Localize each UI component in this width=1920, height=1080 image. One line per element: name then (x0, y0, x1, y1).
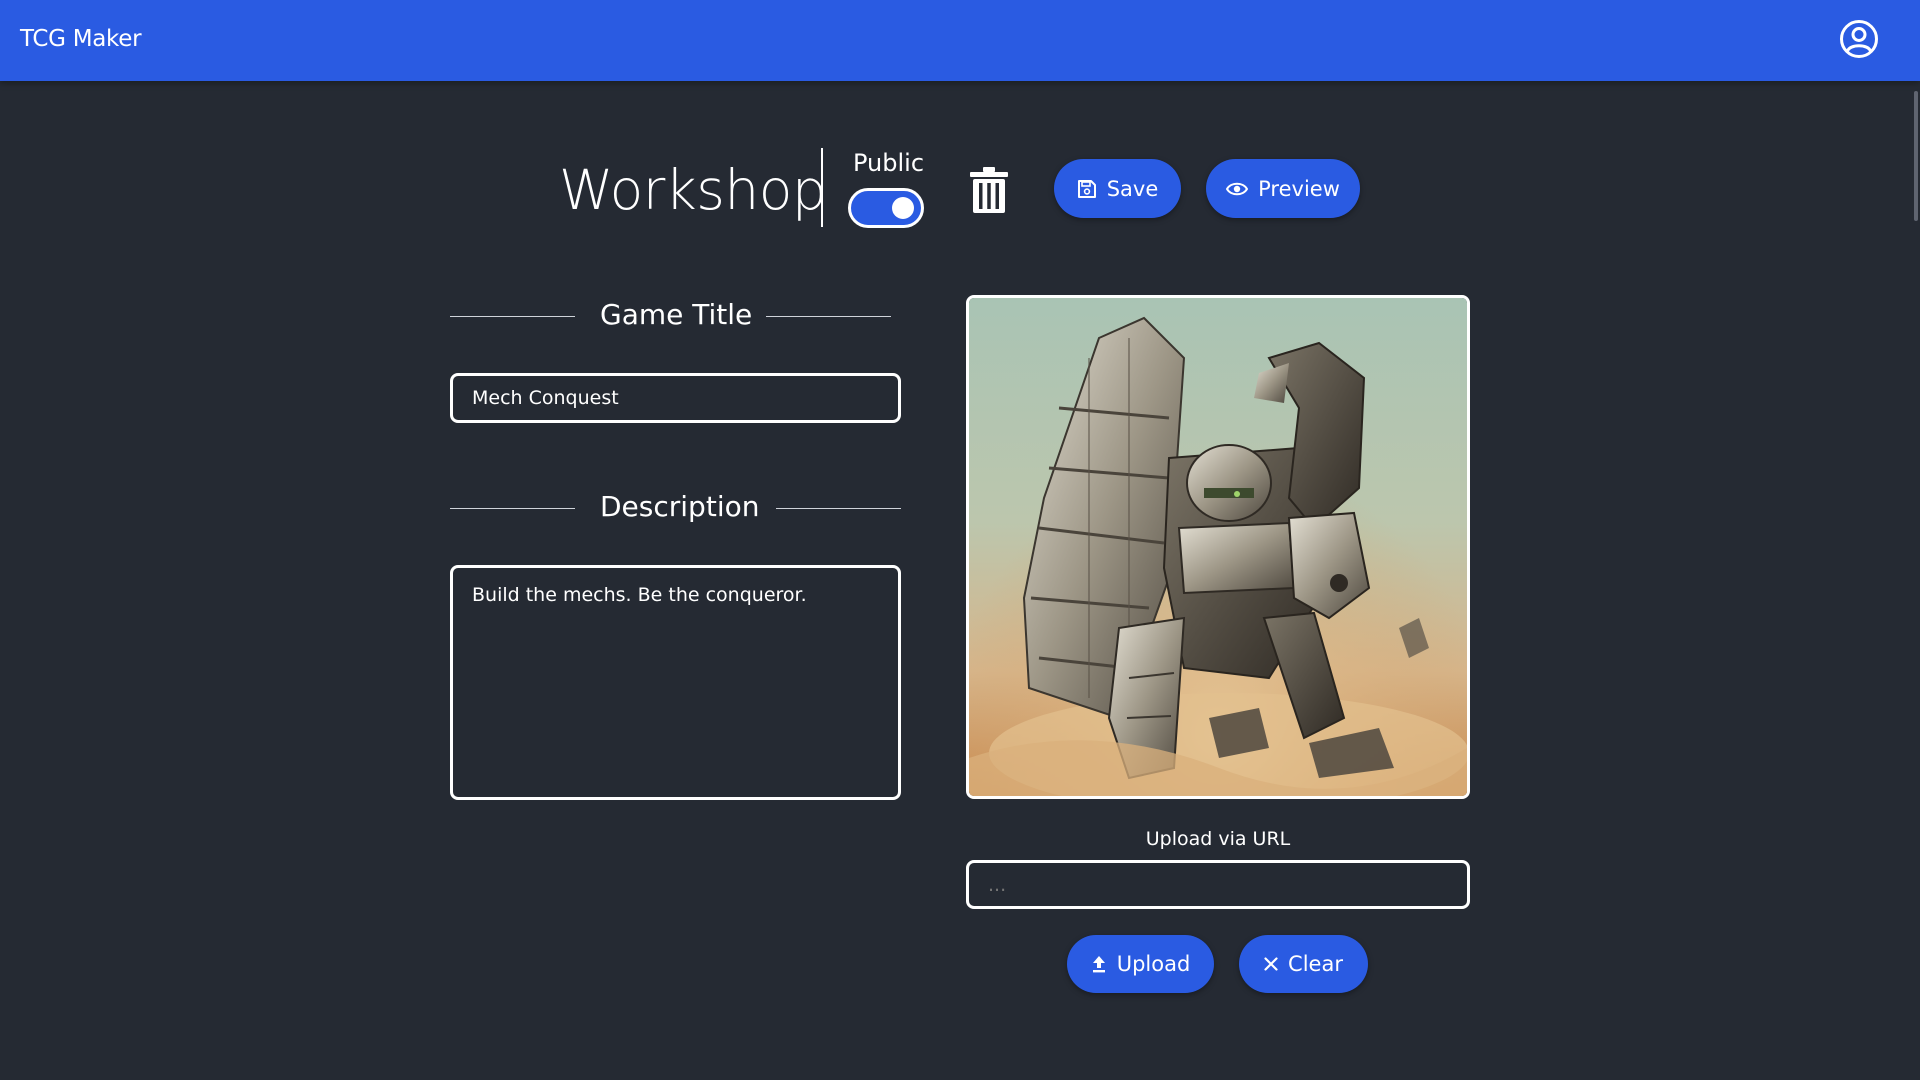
preview-button[interactable]: Preview (1206, 159, 1360, 218)
scrollbar-thumb[interactable] (1914, 91, 1918, 221)
preview-label: Preview (1258, 176, 1340, 201)
page-title: Workshop (559, 158, 827, 222)
save-button[interactable]: Save (1054, 159, 1181, 218)
clear-button[interactable]: Clear (1239, 935, 1368, 993)
public-label: Public (853, 149, 925, 177)
eye-icon (1226, 182, 1249, 195)
game-title-heading: Game Title (600, 298, 753, 331)
header-line-left (450, 316, 575, 317)
description-textarea[interactable]: Build the mechs. Be the conqueror. (450, 565, 901, 800)
account-circle-icon[interactable] (1839, 19, 1879, 59)
mech-artwork-image (969, 298, 1467, 796)
toggle-knob (892, 197, 914, 219)
header-line-left (450, 508, 575, 509)
description-header: Description (450, 490, 901, 526)
upload-label: Upload (1116, 952, 1191, 976)
game-title-header: Game Title (450, 298, 891, 334)
title-divider (821, 148, 823, 227)
top-navbar: TCG Maker (0, 0, 1920, 81)
game-artwork-frame (966, 295, 1470, 799)
upload-button[interactable]: Upload (1067, 935, 1214, 993)
page-scrollbar[interactable] (1910, 81, 1920, 1080)
header-line-right (766, 316, 891, 317)
upload-via-url-label: Upload via URL (1145, 828, 1291, 850)
image-url-input[interactable] (966, 860, 1470, 909)
save-label: Save (1106, 176, 1159, 201)
header-line-right (776, 508, 901, 509)
brand-title[interactable]: TCG Maker (20, 26, 142, 52)
game-title-input[interactable] (450, 373, 901, 423)
description-heading: Description (600, 490, 760, 523)
close-icon (1264, 957, 1278, 971)
upload-icon (1092, 956, 1105, 973)
trash-icon[interactable] (969, 166, 1009, 214)
public-toggle[interactable] (848, 188, 924, 228)
clear-label: Clear (1288, 952, 1343, 976)
floppy-disk-icon (1077, 179, 1096, 198)
